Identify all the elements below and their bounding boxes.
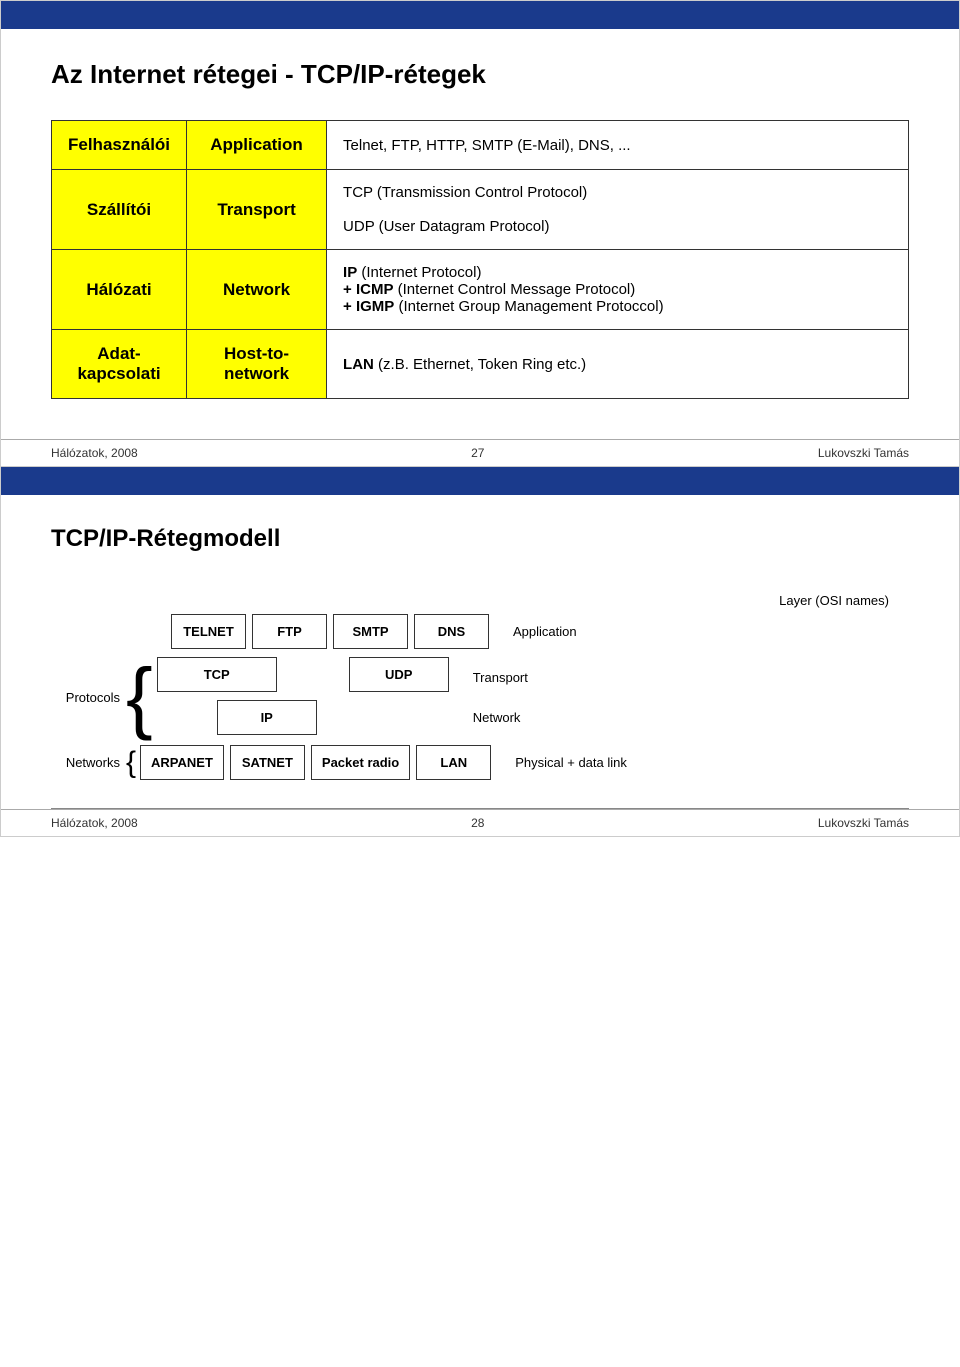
cell-lan-protocols: LAN (z.B. Ethernet, Token Ring etc.) xyxy=(327,330,909,399)
cell-adatkapcsolati: Adat-kapcsolati xyxy=(52,330,187,399)
table-row-datalink: Adat-kapcsolati Host-to-network LAN (z.B… xyxy=(52,330,909,399)
box-packet-radio: Packet radio xyxy=(311,745,410,780)
slide-1: Az Internet rétegei - TCP/IP-rétegek Fel… xyxy=(0,0,960,467)
protocols-group: Protocols { TCP UDP IP xyxy=(51,657,909,737)
layers-table: Felhasználói Application Telnet, FTP, HT… xyxy=(51,120,909,399)
table-row-application: Felhasználói Application Telnet, FTP, HT… xyxy=(52,121,909,170)
cell-host-to-network: Host-to-network xyxy=(187,330,327,399)
box-dns: DNS xyxy=(414,614,489,649)
transport-right-label: Transport xyxy=(473,670,528,685)
cell-transport-protocols: TCP (Transmission Control Protocol) UDP … xyxy=(327,170,909,250)
protocols-inner: TCP UDP IP xyxy=(157,657,449,737)
network-boxes: IP xyxy=(157,700,449,735)
box-arpanet: ARPANET xyxy=(140,745,224,780)
diagram-row-networks: Networks { ARPANET SATNET Packet radio L… xyxy=(51,745,909,780)
slide-2-title: TCP/IP-Rétegmodell xyxy=(51,525,909,553)
footer2-right: Lukovszki Tamás xyxy=(818,816,909,830)
osi-label-row: Layer (OSI names) xyxy=(211,593,909,608)
slide-2: TCP/IP-Rétegmodell Layer (OSI names) TEL… xyxy=(0,467,960,837)
diagram-row-application: TELNET FTP SMTP DNS Application xyxy=(51,614,909,649)
cell-network-protocols: IP (Internet Protocol) + ICMP (Internet … xyxy=(327,250,909,330)
physical-boxes: ARPANET SATNET Packet radio LAN xyxy=(140,745,491,780)
table-row-network: Hálózati Network IP (Internet Protocol) … xyxy=(52,250,909,330)
cell-felhasznaloi: Felhasználói xyxy=(52,121,187,170)
box-smtp: SMTP xyxy=(333,614,408,649)
cell-halozati: Hálózati xyxy=(52,250,187,330)
slide-1-content: Az Internet rétegei - TCP/IP-rétegek Fel… xyxy=(1,29,959,439)
transport-boxes: TCP UDP xyxy=(157,657,449,692)
cell-network: Network xyxy=(187,250,327,330)
cell-application: Application xyxy=(187,121,327,170)
network-right-label: Network xyxy=(473,710,528,725)
footer2-left: Hálózatok, 2008 xyxy=(51,816,138,830)
box-telnet: TELNET xyxy=(171,614,246,649)
footer-left: Hálózatok, 2008 xyxy=(51,446,138,460)
box-tcp: TCP xyxy=(157,657,277,692)
box-ip: IP xyxy=(217,700,317,735)
cell-szallitoi: Szállítói xyxy=(52,170,187,250)
slide-2-content: TCP/IP-Rétegmodell Layer (OSI names) TEL… xyxy=(1,495,959,808)
footer2-page: 28 xyxy=(471,816,484,830)
cell-transport: Transport xyxy=(187,170,327,250)
slide-1-footer: Hálózatok, 2008 27 Lukovszki Tamás xyxy=(1,439,959,466)
tcpip-diagram: Layer (OSI names) TELNET FTP SMTP DNS Ap… xyxy=(51,593,909,788)
slide-2-footer: Hálózatok, 2008 28 Lukovszki Tamás xyxy=(1,809,959,836)
protocols-label: Protocols xyxy=(51,690,126,705)
footer-page: 27 xyxy=(471,446,484,460)
osi-label: Layer (OSI names) xyxy=(779,593,889,608)
box-udp: UDP xyxy=(349,657,449,692)
slide-1-title: Az Internet rétegei - TCP/IP-rétegek xyxy=(51,59,909,90)
protocols-brace: { xyxy=(126,657,153,737)
app-right-label: Application xyxy=(513,624,603,639)
networks-label: Networks xyxy=(51,755,126,770)
physical-right-label: Physical + data link xyxy=(515,755,627,770)
cell-app-protocols: Telnet, FTP, HTTP, SMTP (E-Mail), DNS, .… xyxy=(327,121,909,170)
footer-right: Lukovszki Tamás xyxy=(818,446,909,460)
table-row-transport: Szállítói Transport TCP (Transmission Co… xyxy=(52,170,909,250)
box-lan: LAN xyxy=(416,745,491,780)
slide-2-header-bar xyxy=(1,467,959,495)
box-ftp: FTP xyxy=(252,614,327,649)
networks-brace: { xyxy=(126,748,136,778)
slide-1-header-bar xyxy=(1,1,959,29)
app-boxes: TELNET FTP SMTP DNS xyxy=(171,614,489,649)
box-satnet: SATNET xyxy=(230,745,305,780)
